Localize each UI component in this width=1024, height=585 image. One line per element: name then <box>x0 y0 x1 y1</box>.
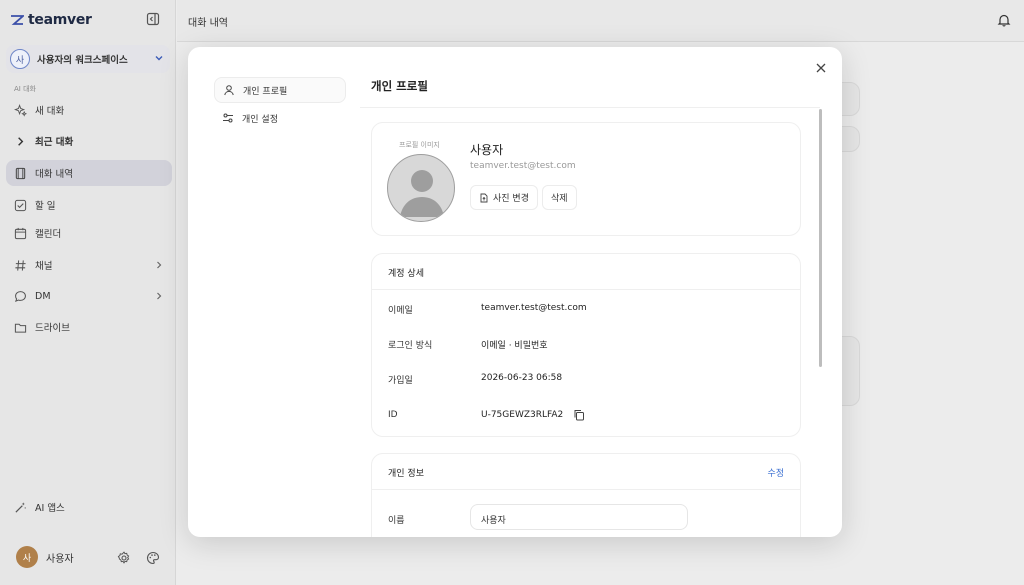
brand-logo[interactable]: teamver <box>10 12 92 28</box>
tab-label: 개인 설정 <box>242 114 278 125</box>
name-field[interactable]: 사용자 <box>470 504 688 530</box>
edit-button[interactable]: 수정 <box>767 466 784 479</box>
row-label: ID <box>388 410 398 420</box>
button-label: 사진 변경 <box>493 194 529 204</box>
page-title: 대화 내역 <box>188 18 228 29</box>
chat-bubble-icon <box>15 290 26 302</box>
user-icon <box>224 85 234 96</box>
sidebar-item-label: 최근 대화 <box>35 137 74 148</box>
section-label-ai-chat: AI 대화 <box>14 85 36 93</box>
personal-info-card: 개인 정보 수정 이름 사용자 <box>371 453 801 537</box>
sidebar-item-label: 대화 내역 <box>35 169 73 180</box>
detail-row-login-method: 로그인 방식 이메일 · 비밀번호 <box>388 338 788 354</box>
tab-label: 개인 프로필 <box>243 86 288 97</box>
workspace-name: 사용자의 워크스페이스 <box>37 55 128 66</box>
row-value: U-75GEWZ3RLFA2 <box>481 410 564 420</box>
avatar: 사 <box>16 546 38 568</box>
hash-icon <box>15 259 26 271</box>
button-label: 삭제 <box>551 194 568 204</box>
profile-name: 사용자 <box>470 143 504 157</box>
sidebar-item-label: 채널 <box>35 261 53 272</box>
row-value: 이메일 · 비밀번호 <box>481 341 548 351</box>
sidebar-item-label: AI 앱스 <box>35 503 65 514</box>
scrollbar[interactable] <box>819 109 822 367</box>
account-details-card: 계정 상세 이메일 teamver.test@test.com 로그인 방식 이… <box>371 253 801 437</box>
palette-icon[interactable] <box>146 551 160 565</box>
sidebar-item-label: 캘린더 <box>35 229 62 240</box>
user-name: 사용자 <box>46 553 74 565</box>
sidebar-item-label: 드라이브 <box>35 323 70 334</box>
chevron-down-icon <box>155 56 163 61</box>
sidebar-item-ai-apps[interactable]: AI 앱스 <box>6 494 172 520</box>
modal-title: 개인 프로필 <box>371 79 428 93</box>
sparkle-icon <box>14 103 27 117</box>
delete-photo-button[interactable]: 삭제 <box>542 185 577 210</box>
card-header: 개인 정보 수정 <box>372 454 800 490</box>
top-bar: 대화 내역 <box>177 0 1024 42</box>
profile-email: teamver.test@test.com <box>470 161 576 171</box>
sidebar-item-calendar[interactable]: 캘린더 <box>6 220 172 246</box>
chevron-right-icon <box>18 136 24 146</box>
name-label: 이름 <box>388 516 405 526</box>
tab-personal-profile[interactable]: 개인 프로필 <box>214 77 346 103</box>
detail-row-email: 이메일 teamver.test@test.com <box>388 303 788 319</box>
profile-card: 프로필 이미지 사용자 teamver.test@test.com 사진 변경 … <box>371 122 801 236</box>
copy-icon[interactable] <box>573 409 585 421</box>
profile-image-label: 프로필 이미지 <box>399 141 440 149</box>
sidebar-item-chat-history[interactable]: 대화 내역 <box>6 160 172 186</box>
calendar-icon <box>14 227 27 239</box>
chevron-right-icon <box>157 261 162 269</box>
sidebar: teamver 사 사용자의 워크스페이스 AI 대화 새 대화 최근 대화 대… <box>0 0 176 585</box>
detail-row-id: ID U-75GEWZ3RLFA2 <box>388 410 788 426</box>
default-avatar-icon <box>400 170 444 217</box>
row-label: 이메일 <box>388 306 413 316</box>
card-header: 계정 상세 <box>372 254 800 290</box>
chevron-right-icon <box>157 292 162 300</box>
sidebar-item-channels[interactable]: 채널 <box>6 252 172 278</box>
notebook-icon <box>15 167 26 179</box>
sidebar-collapse-icon[interactable] <box>146 12 160 26</box>
sliders-icon <box>223 113 233 123</box>
row-value: teamver.test@test.com <box>481 303 587 313</box>
folder-icon <box>14 323 27 333</box>
sidebar-item-label: 새 대화 <box>35 106 65 117</box>
sidebar-item-new-chat[interactable]: 새 대화 <box>6 97 172 123</box>
card-title: 개인 정보 <box>388 469 424 479</box>
change-photo-button[interactable]: 사진 변경 <box>470 185 538 210</box>
checkbox-icon <box>14 199 27 211</box>
sidebar-item-dm[interactable]: DM <box>6 283 172 309</box>
tab-personal-settings[interactable]: 개인 설정 <box>214 105 346 131</box>
image-upload-icon <box>480 193 488 202</box>
profile-image <box>387 154 455 222</box>
sidebar-item-todo[interactable]: 할 일 <box>6 192 172 218</box>
teamver-logo-icon <box>11 15 24 25</box>
bell-icon[interactable] <box>997 13 1011 27</box>
detail-row-join-date: 가입일 2026-06-23 06:58 <box>388 373 788 389</box>
row-value: 2026-06-23 06:58 <box>481 373 563 383</box>
magic-wand-icon <box>15 501 27 513</box>
close-icon[interactable] <box>814 61 828 75</box>
workspace-switcher[interactable]: 사 사용자의 워크스페이스 <box>6 45 170 73</box>
gear-icon[interactable] <box>117 551 131 565</box>
sidebar-item-recent-chats[interactable]: 최근 대화 <box>6 128 172 154</box>
card-title: 계정 상세 <box>388 269 424 279</box>
row-label: 로그인 방식 <box>388 341 433 351</box>
brand-name: teamver <box>28 12 92 28</box>
sidebar-item-drive[interactable]: 드라이브 <box>6 314 172 340</box>
profile-settings-modal: 개인 프로필 개인 설정 개인 프로필 프로필 이미지 사용자 teamver.… <box>188 47 842 537</box>
sidebar-item-label: 할 일 <box>35 201 56 212</box>
workspace-avatar: 사 <box>10 49 30 69</box>
user-profile[interactable]: 사 사용자 <box>16 546 74 568</box>
divider <box>360 107 820 108</box>
sidebar-item-label: DM <box>35 290 51 302</box>
row-label: 가입일 <box>388 376 413 386</box>
